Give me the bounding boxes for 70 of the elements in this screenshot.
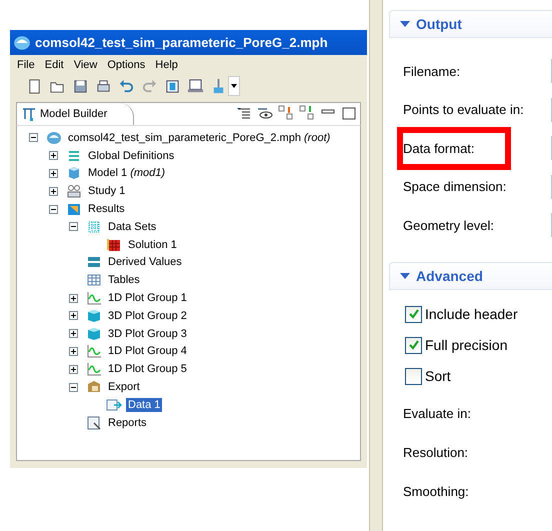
field-label: Resolution: — [403, 444, 470, 462]
expand-tree-icon[interactable] — [278, 105, 294, 121]
field-label: Evaluate in: — [403, 404, 472, 422]
arrow-icon — [106, 396, 122, 413]
tree-item[interactable]: 1D Plot Group 1 — [106, 291, 189, 306]
grid-icon — [86, 218, 102, 235]
wave-icon — [86, 290, 102, 306]
checkbox-label: Include header — [425, 306, 518, 322]
checkbox[interactable] — [405, 336, 422, 354]
tree-item[interactable]: Derived Values — [106, 255, 184, 270]
menu-item[interactable]: Help — [155, 59, 178, 71]
collapse-toggle[interactable] — [29, 133, 38, 142]
tree-item[interactable]: 3D Plot Group 3 — [106, 326, 189, 341]
field-label: Space dimension: — [403, 178, 506, 196]
tree-item[interactable]: Study 1 — [86, 184, 128, 198]
table-icon — [86, 272, 102, 288]
expand-toggle[interactable] — [69, 364, 78, 374]
checkbox[interactable] — [405, 306, 422, 322]
tree-item[interactable]: Model 1 (mod1) — [86, 166, 168, 180]
expand-toggle[interactable] — [49, 186, 58, 196]
expand-toggle[interactable] — [69, 294, 78, 303]
window-title: comsol42_test_sim_parameteric_PoreG_2.mph — [35, 35, 328, 50]
expand-toggle[interactable] — [69, 329, 78, 338]
tree-item[interactable]: comsol42_test_sim_parameteric_PoreG_2.mph (root) — [66, 130, 332, 145]
section-header[interactable]: Advanced — [389, 262, 552, 290]
tree-item[interactable]: Reports — [106, 416, 149, 430]
save-icon[interactable] — [72, 78, 89, 94]
maximize-icon[interactable] — [341, 105, 357, 121]
field-label: Points to evaluate in: — [403, 101, 524, 120]
tree-item[interactable]: Global Definitions — [86, 148, 176, 163]
menu-item[interactable]: View — [74, 59, 98, 71]
wave-icon — [86, 361, 102, 378]
document-icon — [86, 414, 102, 431]
field-label: Smoothing: — [403, 482, 470, 500]
tree-icon — [21, 106, 37, 122]
tree-item[interactable]: Results — [86, 202, 127, 216]
checkbox-label: Sort — [425, 368, 451, 384]
collapse-toggle[interactable] — [69, 222, 78, 232]
globe-icon — [46, 130, 62, 146]
section-header[interactable]: Output — [389, 10, 552, 38]
tree-item[interactable]: Export — [106, 380, 142, 394]
undo-icon[interactable] — [118, 78, 135, 94]
tree-item[interactable]: Solution 1 — [126, 238, 179, 252]
collapse-tree-icon[interactable] — [299, 105, 315, 121]
tree-item[interactable]: Data Sets — [106, 220, 158, 234]
monitor-icon[interactable] — [187, 78, 204, 94]
tree-item[interactable]: 3D Plot Group 2 — [106, 308, 189, 323]
tree-item[interactable]: Data 1 — [126, 398, 162, 412]
list-menu-icon[interactable] — [236, 105, 252, 121]
wave-icon — [86, 343, 102, 360]
collapse-toggle[interactable] — [69, 382, 78, 392]
collapse-toggle[interactable] — [49, 204, 58, 214]
checkbox[interactable] — [405, 368, 422, 384]
expand-toggle[interactable] — [49, 151, 58, 160]
tree-item[interactable]: 1D Plot Group 4 — [106, 344, 189, 358]
menu-item[interactable]: Options — [107, 59, 146, 71]
expand-toggle[interactable] — [49, 168, 58, 178]
field-label: Data format: — [403, 140, 475, 158]
tree-item[interactable]: Tables — [106, 273, 142, 288]
field-label: Geometry level: — [403, 216, 494, 235]
menu-item[interactable]: Edit — [44, 59, 64, 71]
printer-icon[interactable] — [95, 78, 112, 94]
field-label: Filename: — [403, 62, 460, 81]
tree-item[interactable]: 1D Plot Group 5 — [106, 362, 189, 376]
expand-toggle[interactable] — [69, 311, 78, 320]
menu-item[interactable]: File — [17, 59, 35, 71]
gears-icon — [66, 183, 82, 200]
app-icon — [13, 34, 31, 52]
checkbox-label: Full precision — [425, 337, 508, 353]
expand-toggle[interactable] — [69, 346, 78, 356]
